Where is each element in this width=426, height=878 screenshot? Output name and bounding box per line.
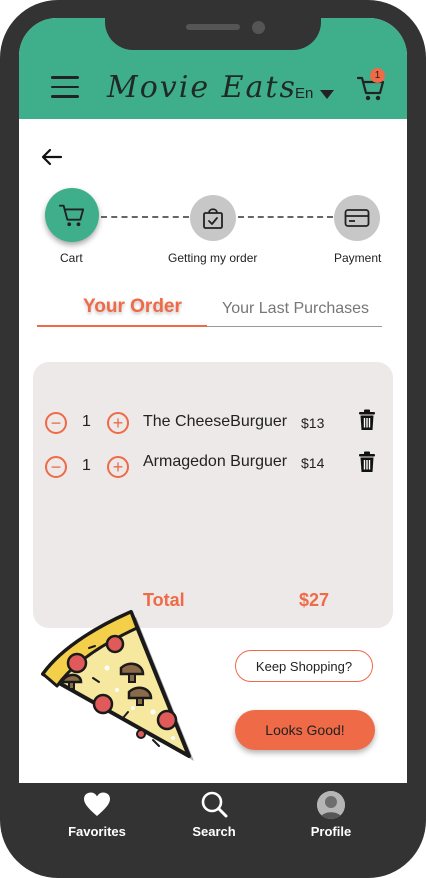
- tab-active-indicator: [37, 325, 207, 327]
- trash-icon[interactable]: [358, 409, 376, 431]
- cart-count-badge: 1: [370, 68, 385, 83]
- progress-connector: [101, 216, 189, 218]
- hamburger-menu-icon[interactable]: [51, 76, 79, 98]
- keep-shopping-button[interactable]: Keep Shopping?: [235, 650, 373, 682]
- total-value: $27: [299, 590, 330, 610]
- phone-camera: [252, 21, 265, 34]
- phone-frame: Movie Eats En 1 Cart Getting my order Pa…: [0, 0, 426, 878]
- item-price: $14: [301, 455, 325, 471]
- nav-profile[interactable]: Profile: [281, 791, 381, 839]
- chevron-down-icon[interactable]: [320, 90, 334, 99]
- progress-connector: [238, 216, 333, 218]
- nav-label: Favorites: [68, 824, 126, 839]
- step-label-cart: Cart: [60, 251, 83, 265]
- bottom-navigation: Favorites Search Profile: [19, 783, 407, 860]
- decrease-quantity-button[interactable]: −: [45, 412, 67, 434]
- step-label-getting-order: Getting my order: [168, 251, 258, 265]
- nav-label: Profile: [310, 824, 352, 839]
- item-name: Armagedon Burguer: [143, 453, 288, 470]
- language-selector[interactable]: En: [295, 85, 313, 102]
- phone-speaker: [186, 24, 240, 30]
- pizza-slice-illustration: [41, 610, 194, 761]
- back-arrow-icon[interactable]: [41, 148, 63, 166]
- step-label-payment: Payment: [334, 251, 382, 265]
- decrease-quantity-button[interactable]: −: [45, 456, 67, 478]
- nav-label: Search: [192, 824, 236, 839]
- heart-icon: [84, 792, 110, 816]
- order-summary-card: − 1 + The CheeseBurguer $13 − 1 + Armage…: [33, 362, 393, 628]
- bag-check-icon: [203, 208, 223, 229]
- increase-quantity-button[interactable]: +: [107, 412, 129, 434]
- item-name: The CheeseBurguer: [143, 413, 288, 430]
- credit-card-icon: [344, 209, 370, 227]
- search-icon: [201, 791, 228, 818]
- avatar: [317, 791, 345, 819]
- brand-logo: Movie Eats: [107, 70, 297, 105]
- step-getting-order[interactable]: [190, 195, 236, 241]
- increase-quantity-button[interactable]: +: [107, 456, 129, 478]
- item-quantity: 1: [82, 413, 91, 430]
- app-screen: Movie Eats En 1 Cart Getting my order Pa…: [19, 18, 407, 860]
- tab-your-order[interactable]: Your Order: [83, 296, 182, 318]
- item-quantity: 1: [82, 457, 91, 474]
- cart-icon: [59, 204, 85, 227]
- item-price: $13: [301, 415, 325, 431]
- looks-good-button[interactable]: Looks Good!: [235, 710, 375, 750]
- trash-icon[interactable]: [358, 451, 376, 473]
- nav-search[interactable]: Search: [164, 791, 264, 839]
- tab-last-purchases[interactable]: Your Last Purchases: [222, 300, 369, 318]
- step-cart[interactable]: [45, 188, 99, 242]
- order-item-row: − 1 + Armagedon Burguer $14: [33, 451, 393, 482]
- step-payment[interactable]: [334, 195, 380, 241]
- nav-favorites[interactable]: Favorites: [47, 791, 147, 839]
- order-item-row: − 1 + The CheeseBurguer $13: [33, 408, 393, 438]
